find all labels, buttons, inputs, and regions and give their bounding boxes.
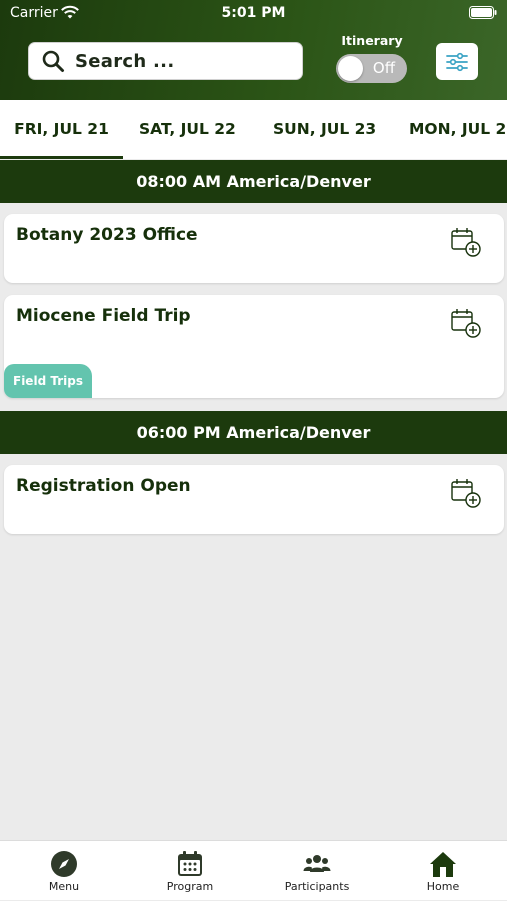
- time-header: 06:00 PM America/Denver: [0, 411, 507, 454]
- tab-fri-jul-21[interactable]: FRI, JUL 21: [0, 100, 123, 159]
- calendar-icon: [178, 851, 202, 876]
- tab-sun-jul-23[interactable]: SUN, JUL 23: [273, 100, 376, 159]
- itinerary-toggle[interactable]: Off: [336, 54, 407, 83]
- time-header: 08:00 AM America/Denver: [0, 160, 507, 203]
- nav-program-label: Program: [166, 880, 214, 893]
- sliders-icon: [446, 52, 468, 71]
- nav-menu-label: Menu: [48, 880, 80, 893]
- people-icon: [303, 855, 331, 872]
- bottom-nav: Menu Program Participants Home: [0, 840, 507, 900]
- compass-icon: [51, 851, 77, 877]
- event-title: Botany 2023 Office: [16, 225, 198, 245]
- search-placeholder: Search ...: [75, 50, 175, 72]
- event-card[interactable]: Registration Open: [4, 465, 504, 534]
- toggle-knob: [338, 56, 363, 81]
- toggle-state-label: Off: [372, 59, 396, 77]
- event-title: Registration Open: [16, 476, 191, 496]
- event-title: Miocene Field Trip: [16, 306, 191, 326]
- tab-sat-jul-22[interactable]: SAT, JUL 22: [139, 100, 236, 159]
- nav-menu[interactable]: Menu: [14, 841, 114, 901]
- event-card[interactable]: Botany 2023 Office: [4, 214, 504, 283]
- nav-participants-label: Participants: [284, 880, 350, 893]
- date-tabs: FRI, JUL 21 SAT, JUL 22 SUN, JUL 23 MON,…: [0, 100, 507, 159]
- nav-home-label: Home: [426, 880, 460, 893]
- add-to-calendar-icon[interactable]: [450, 307, 482, 339]
- status-bar: Carrier 5:01 PM: [0, 0, 507, 28]
- search-icon: [42, 50, 64, 72]
- event-card[interactable]: Miocene Field Trip Field Trips: [4, 295, 504, 398]
- itinerary-label: Itinerary: [341, 33, 403, 48]
- filter-button[interactable]: [436, 43, 478, 80]
- tab-mon-jul-2[interactable]: MON, JUL 2: [409, 100, 506, 159]
- nav-participants[interactable]: Participants: [267, 841, 367, 901]
- home-icon: [430, 852, 456, 877]
- battery-icon: [469, 6, 497, 19]
- nav-home[interactable]: Home: [393, 841, 493, 901]
- app-header: Carrier 5:01 PM Search ... Itinerary Off: [0, 0, 507, 100]
- add-to-calendar-icon[interactable]: [450, 477, 482, 509]
- nav-program[interactable]: Program: [140, 841, 240, 901]
- search-input[interactable]: Search ...: [28, 42, 303, 80]
- add-to-calendar-icon[interactable]: [450, 226, 482, 258]
- category-tag: Field Trips: [4, 364, 92, 398]
- status-time: 5:01 PM: [221, 5, 286, 21]
